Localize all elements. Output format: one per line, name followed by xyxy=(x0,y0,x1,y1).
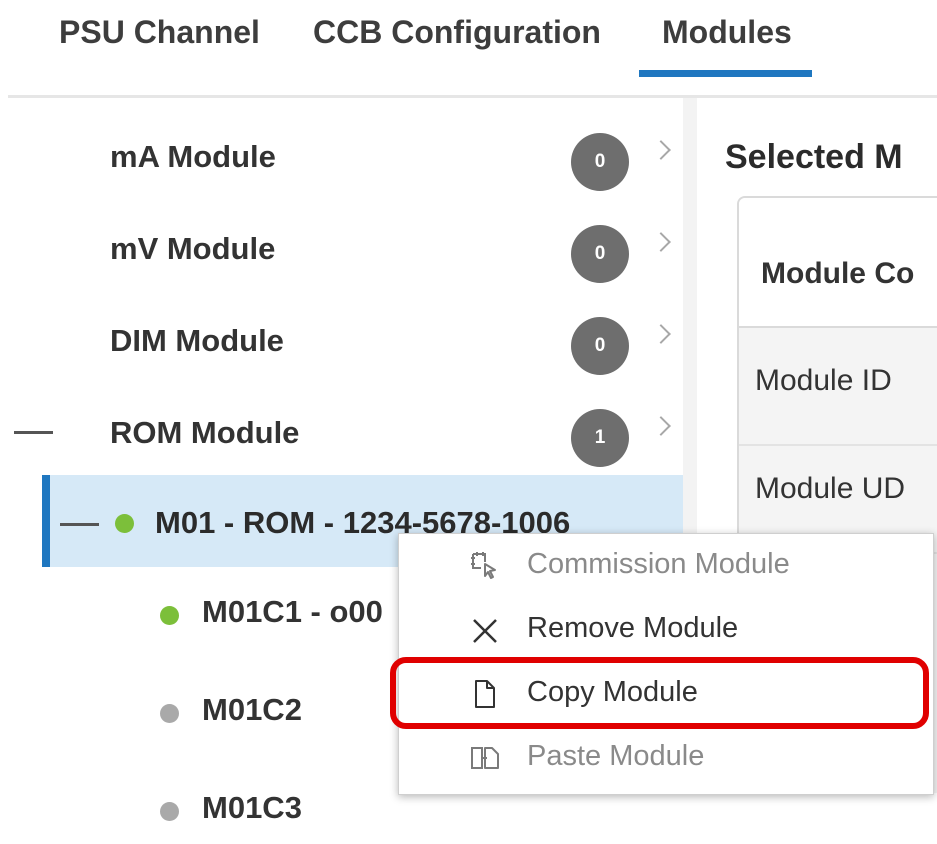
tree-item-label: mV Module xyxy=(110,231,276,266)
collapse-icon[interactable] xyxy=(14,431,53,434)
menu-item-paste-module[interactable]: Paste Module xyxy=(399,726,933,790)
status-dot-icon xyxy=(115,514,134,533)
tree-item-label: M01C2 xyxy=(202,692,302,727)
card-header-label: Module Co xyxy=(761,257,915,290)
chevron-right-icon[interactable] xyxy=(651,324,671,344)
menu-item-label: Commission Module xyxy=(527,548,790,580)
selection-indicator xyxy=(42,475,50,567)
count-badge: 1 xyxy=(571,409,629,467)
card-header: Module Co xyxy=(739,198,937,328)
status-dot-icon xyxy=(160,802,179,821)
chevron-right-icon[interactable] xyxy=(651,140,671,160)
tree-item-label: M01C3 xyxy=(202,790,302,825)
copy-module-highlight xyxy=(390,657,929,729)
chevron-right-icon[interactable] xyxy=(651,416,671,436)
tree-item-label: DIM Module xyxy=(110,323,284,358)
menu-item-remove-module[interactable]: Remove Module xyxy=(399,598,933,662)
status-dot-icon xyxy=(160,606,179,625)
close-icon xyxy=(473,619,497,643)
tree-item-mv-module[interactable]: mV Module 0 xyxy=(0,207,683,287)
menu-item-commission-module[interactable]: Commission Module xyxy=(399,534,933,598)
module-tabs: PSU Channel CCB Configuration Modules xyxy=(0,0,937,98)
chevron-right-icon[interactable] xyxy=(651,232,671,252)
menu-item-label: Remove Module xyxy=(527,612,739,644)
tab-psu-channel[interactable]: PSU Channel xyxy=(59,14,260,51)
menu-item-label: Paste Module xyxy=(527,740,705,772)
count-badge: 0 xyxy=(571,225,629,283)
tree-item-ma-module[interactable]: mA Module 0 xyxy=(0,115,683,195)
field-label: Module ID xyxy=(755,364,892,397)
paste-icon xyxy=(471,747,499,769)
field-label: Module UD xyxy=(755,472,906,505)
count-badge: 0 xyxy=(571,317,629,375)
tree-item-dim-module[interactable]: DIM Module 0 xyxy=(0,299,683,379)
tree-item-label: mA Module xyxy=(110,139,276,174)
tab-ccb-configuration[interactable]: CCB Configuration xyxy=(313,14,601,51)
field-divider xyxy=(739,444,937,446)
tab-modules[interactable]: Modules xyxy=(662,14,792,51)
collapse-icon[interactable] xyxy=(60,523,99,526)
active-tab-indicator xyxy=(639,70,812,77)
tree-item-label: M01C1 - o00 xyxy=(202,594,383,629)
tree-item-label: ROM Module xyxy=(110,415,300,450)
commission-icon xyxy=(471,552,496,579)
tree-item-rom-module[interactable]: ROM Module 1 xyxy=(0,391,683,471)
details-title: Selected M xyxy=(725,138,903,176)
status-dot-icon xyxy=(160,704,179,723)
count-badge: 0 xyxy=(571,133,629,191)
